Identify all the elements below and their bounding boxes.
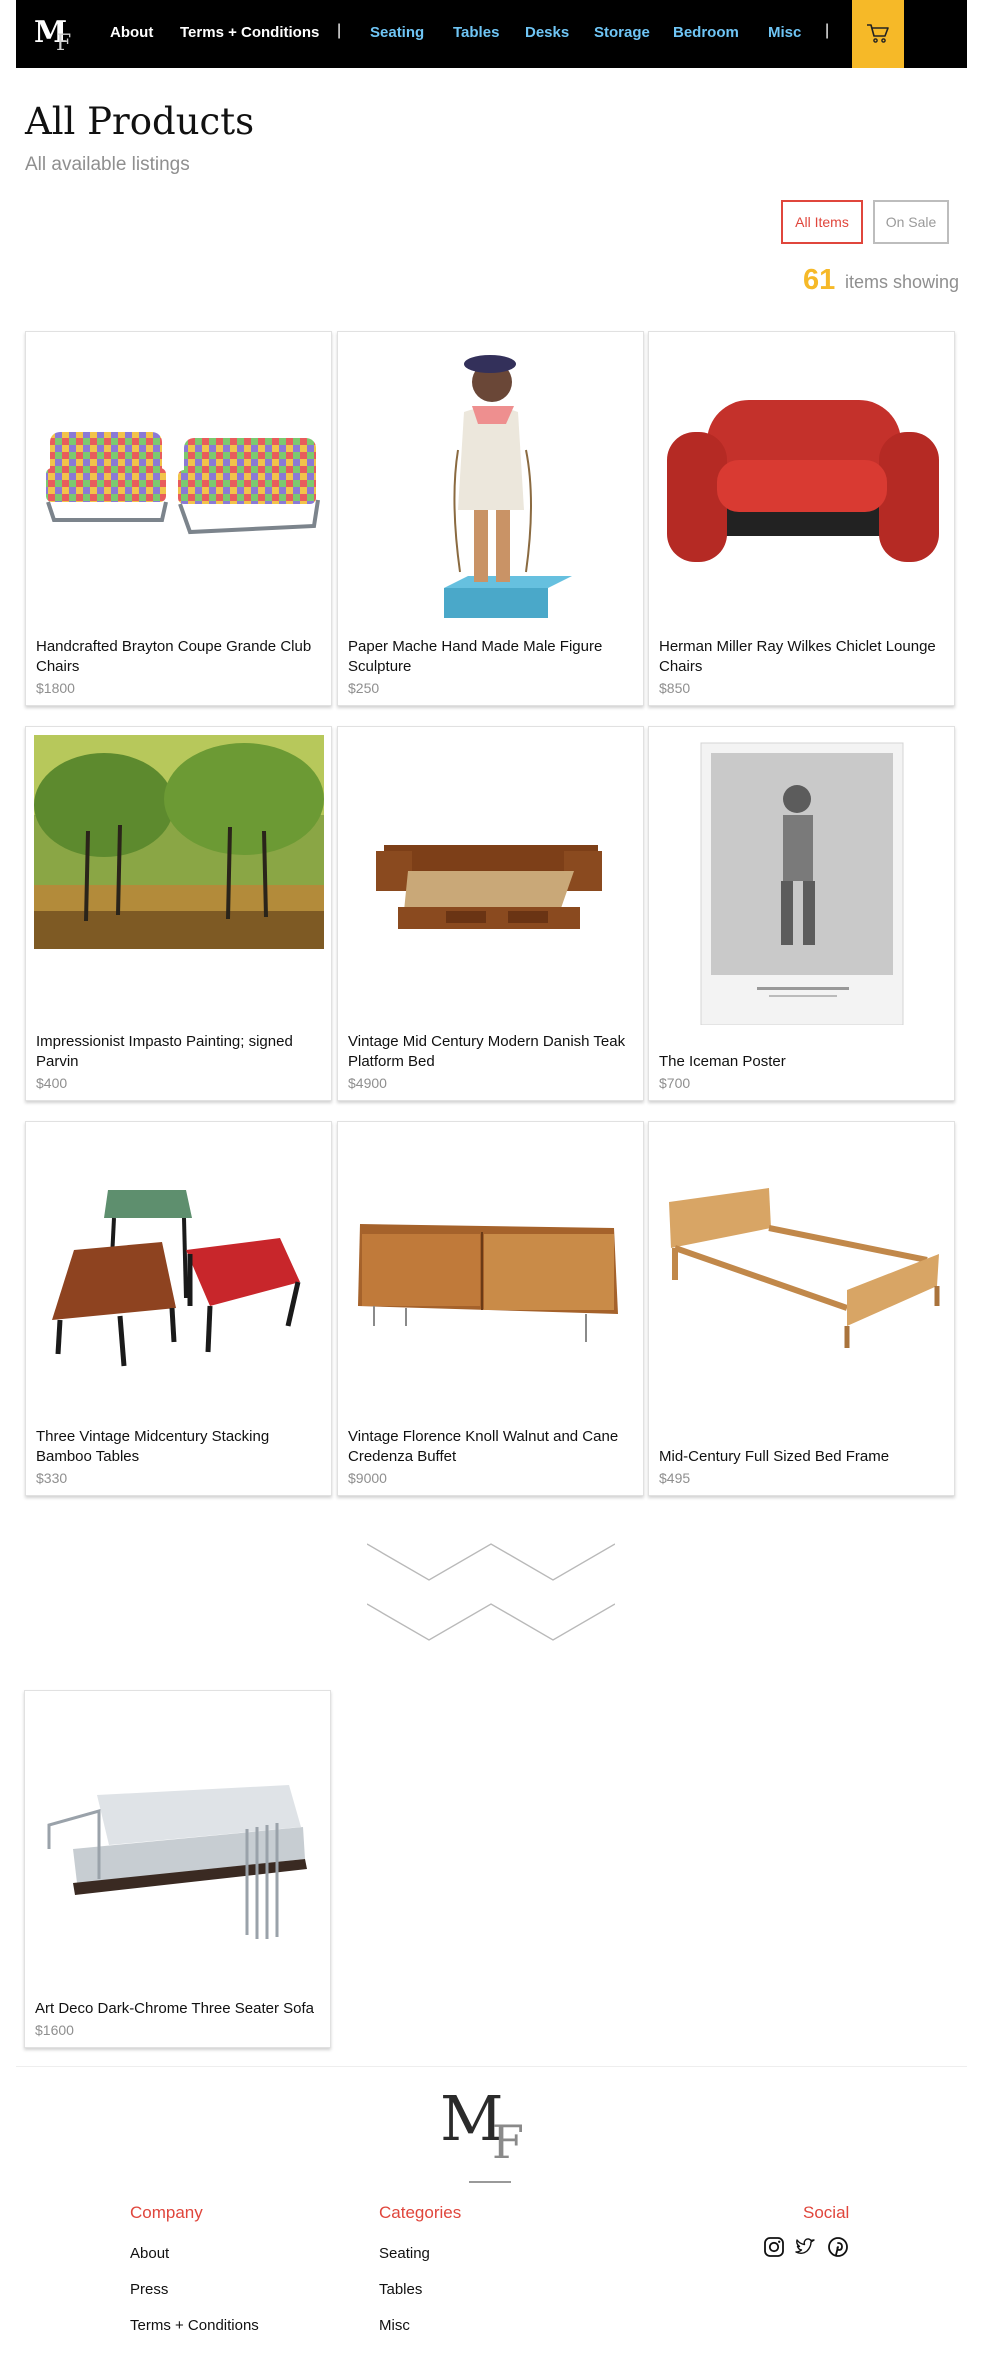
product-name[interactable]: Impressionist Impasto Painting; signed P… (36, 1032, 323, 1072)
nav-separator: | (825, 22, 830, 39)
product-price: $250 (348, 680, 380, 696)
loading-chevrons (367, 1543, 615, 1641)
instagram-icon[interactable] (763, 2236, 785, 2258)
pinterest-icon[interactable] (827, 2236, 849, 2258)
iceman-poster-image (700, 742, 904, 1025)
product-name[interactable]: Vintage Florence Knoll Walnut and Cane C… (348, 1427, 635, 1467)
product-card[interactable]: Handcrafted Brayton Coupe Grande Club Ch… (25, 331, 332, 706)
footer-company-heading: Company (130, 2203, 203, 2222)
product-card[interactable]: Vintage Florence Knoll Walnut and Cane C… (337, 1121, 644, 1496)
footer-seating-link[interactable]: Seating (379, 2245, 430, 2262)
cart-button[interactable] (852, 0, 904, 68)
logo[interactable]: M F (32, 12, 82, 54)
patchwork-club-chairs-image (46, 432, 320, 535)
product-card[interactable]: Paper Mache Hand Made Male Figure Sculpt… (337, 331, 644, 706)
red-lounge-chair-image (667, 400, 939, 562)
nav-about-link[interactable]: About (110, 24, 153, 41)
product-price: $1600 (35, 2022, 74, 2038)
stacking-tables-image (52, 1190, 301, 1367)
nav-storage-link[interactable]: Storage (594, 24, 650, 41)
product-card[interactable]: Herman Miller Ray Wilkes Chiclet Lounge … (648, 331, 955, 706)
product-name[interactable]: Herman Miller Ray Wilkes Chiclet Lounge … (659, 637, 946, 677)
footer-misc-link[interactable]: Misc (379, 2317, 410, 2334)
walnut-credenza-image (358, 1224, 618, 1342)
product-price: $4900 (348, 1075, 387, 1091)
nav-misc-link[interactable]: Misc (768, 24, 801, 41)
footer-terms-link[interactable]: Terms + Conditions (130, 2317, 259, 2334)
item-count-label: items showing (845, 272, 960, 292)
product-price: $700 (659, 1075, 691, 1091)
item-count: 61 (803, 264, 836, 296)
nav-separator: | (337, 22, 342, 39)
product-card[interactable]: Three Vintage Midcentury Stacking Bamboo… (25, 1121, 332, 1496)
teak-platform-bed-image (376, 845, 602, 929)
footer-logo-underline (469, 2181, 511, 2183)
product-name[interactable]: The Iceman Poster (659, 1052, 946, 1072)
svg-text:F: F (492, 2115, 524, 2162)
footer-categories-heading: Categories (379, 2203, 462, 2222)
page-subtitle: All available listings (25, 154, 190, 175)
nav-tables-link[interactable]: Tables (453, 24, 499, 41)
footer-about-link[interactable]: About (130, 2245, 169, 2262)
on-sale-filter-button[interactable]: On Sale (873, 200, 949, 244)
nav-bedroom-link[interactable]: Bedroom (673, 24, 739, 41)
chrome-sofa-image (47, 1785, 307, 1939)
cart-icon (867, 24, 889, 43)
nav-desks-link[interactable]: Desks (525, 24, 569, 41)
product-price: $1800 (36, 680, 75, 696)
product-price: $850 (659, 680, 691, 696)
footer-logo[interactable]: M F (440, 2082, 544, 2162)
product-name[interactable]: Mid-Century Full Sized Bed Frame (659, 1447, 946, 1467)
product-name[interactable]: Vintage Mid Century Modern Danish Teak P… (348, 1032, 635, 1072)
svg-text:F: F (56, 31, 71, 54)
product-name[interactable]: Paper Mache Hand Made Male Figure Sculpt… (348, 637, 635, 677)
nav-terms-link[interactable]: Terms + Conditions (180, 24, 319, 41)
twitter-icon[interactable] (794, 2236, 816, 2258)
top-nav: M F About Terms + Conditions | Seating T… (16, 0, 967, 68)
paper-mache-figure-image (444, 355, 572, 618)
footer-divider (16, 2066, 967, 2067)
product-name[interactable]: Art Deco Dark-Chrome Three Seater Sofa (35, 1999, 322, 2019)
nav-seating-link[interactable]: Seating (370, 24, 424, 41)
product-price: $495 (659, 1470, 691, 1486)
page-title: All Products (25, 100, 255, 143)
product-price: $330 (36, 1470, 68, 1486)
product-card[interactable]: Art Deco Dark-Chrome Three Seater Sofa $… (24, 1690, 331, 2048)
product-name[interactable]: Three Vintage Midcentury Stacking Bamboo… (36, 1427, 323, 1467)
product-name[interactable]: Handcrafted Brayton Coupe Grande Club Ch… (36, 637, 323, 677)
footer-social-heading: Social (803, 2203, 850, 2222)
product-card[interactable]: The Iceman Poster $700 (648, 726, 955, 1101)
product-card[interactable]: Impressionist Impasto Painting; signed P… (25, 726, 332, 1101)
product-price: $400 (36, 1075, 68, 1091)
product-price: $9000 (348, 1470, 387, 1486)
footer-press-link[interactable]: Press (130, 2281, 168, 2298)
bed-frame-image (669, 1188, 940, 1348)
all-items-filter-button[interactable]: All Items (781, 200, 863, 244)
footer-tables-link[interactable]: Tables (379, 2281, 422, 2298)
product-card[interactable]: Vintage Mid Century Modern Danish Teak P… (337, 726, 644, 1101)
product-card[interactable]: Mid-Century Full Sized Bed Frame $495 (648, 1121, 955, 1496)
impasto-painting-image (34, 735, 324, 949)
